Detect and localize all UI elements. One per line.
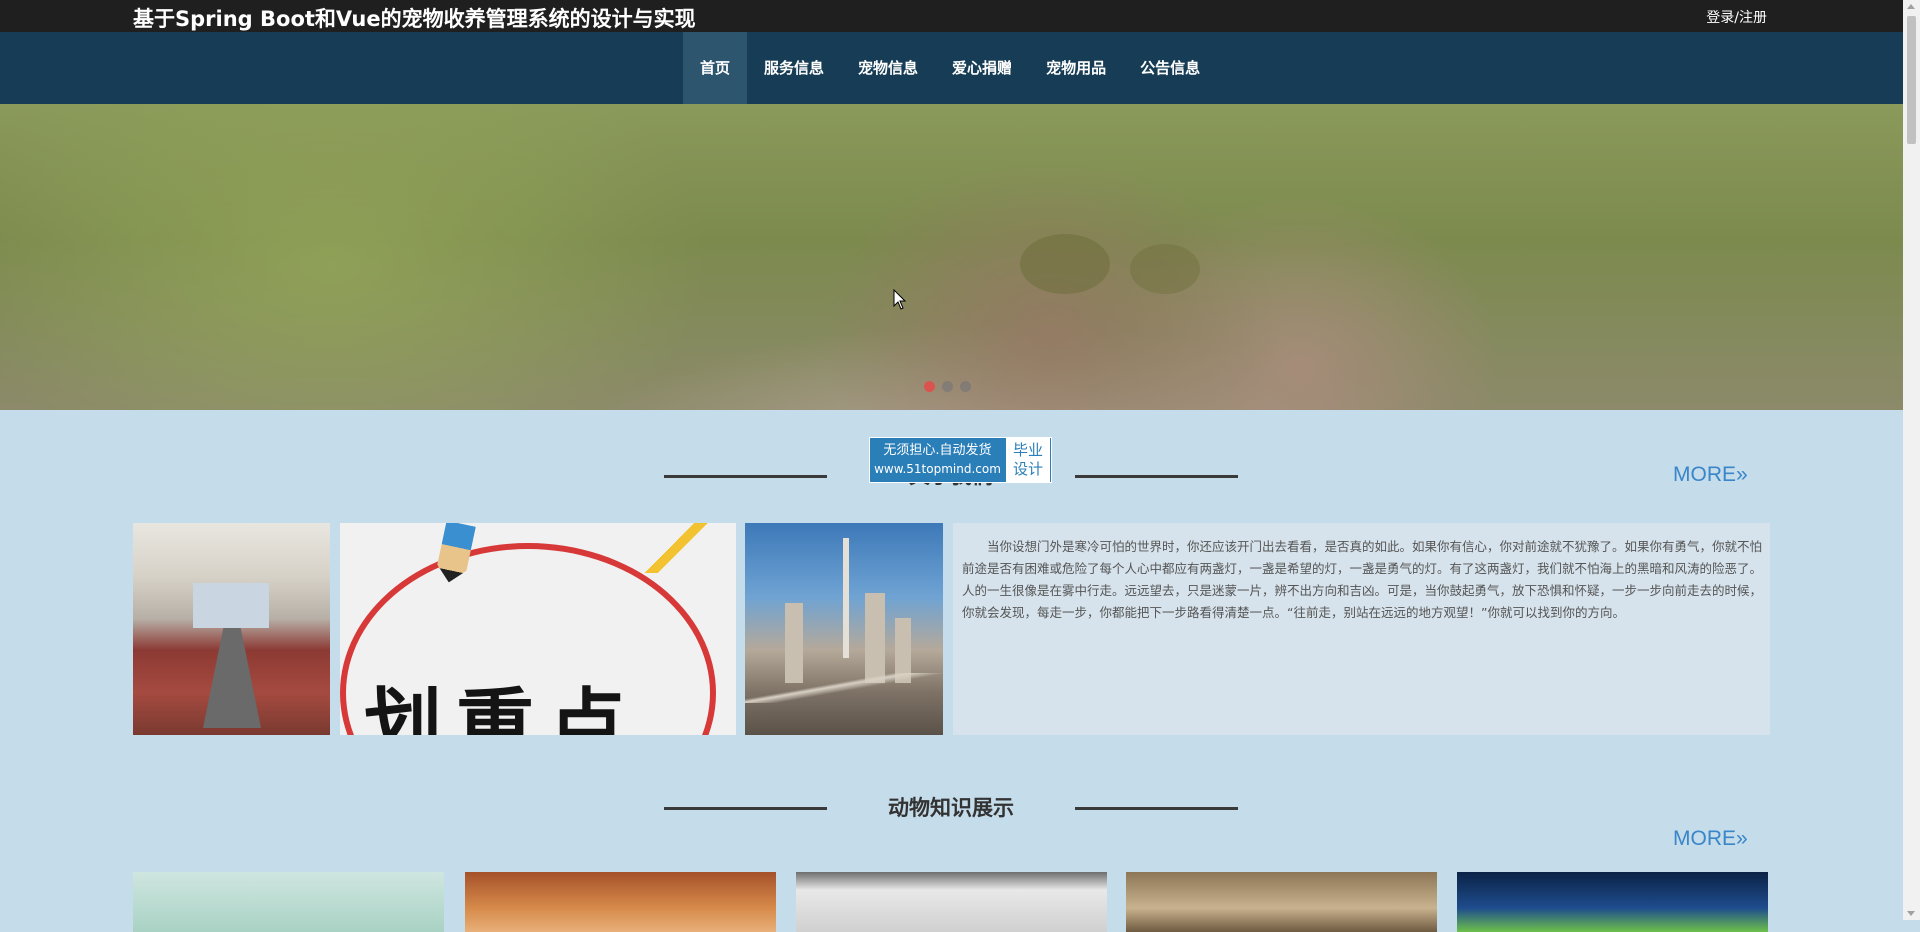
double-chevron-right-icon: »	[1736, 827, 1748, 850]
knowledge-more-link[interactable]: MORE»	[1673, 827, 1748, 851]
meeting-table-shape	[203, 628, 261, 728]
mouse-cursor-icon	[893, 289, 907, 310]
more-label: MORE	[1673, 827, 1736, 850]
banner-image-detail	[1020, 234, 1110, 294]
about-image-highlight: 划重点	[340, 523, 736, 735]
knowledge-card-image[interactable]	[133, 872, 444, 932]
carousel-indicators	[924, 381, 971, 392]
tower-shape	[843, 538, 849, 658]
nav-item-donation[interactable]: 爱心捐赠	[935, 32, 1029, 104]
meeting-screen-shape	[193, 583, 269, 628]
knowledge-card-image[interactable]	[1126, 872, 1437, 932]
watermark-url: www.51topmind.com	[874, 462, 1001, 476]
scroll-up-arrow-icon[interactable]	[1907, 4, 1915, 9]
site-title: 基于Spring Boot和Vue的宠物收养管理系统的设计与实现	[133, 7, 696, 31]
scroll-down-arrow-icon[interactable]	[1907, 911, 1915, 916]
watermark-badge-line2: 设计	[1012, 460, 1043, 478]
about-paragraph: 当你设想门外是寒冷可怕的世界时，你还应该开门出去看看，是否真的如此。如果你有信心…	[962, 539, 1763, 620]
watermark-text: 无须担心.自动发货 www.51topmind.com	[870, 438, 1005, 482]
watermark-ad: 无须担心.自动发货 www.51topmind.com 毕业 设计	[869, 437, 1052, 483]
scrollbar-thumb[interactable]	[1907, 16, 1916, 144]
nav-items: 首页 服务信息 宠物信息 爱心捐赠 宠物用品 公告信息	[683, 32, 1217, 104]
building-shape	[785, 603, 803, 683]
building-shape	[865, 593, 885, 683]
nav-item-services[interactable]: 服务信息	[747, 32, 841, 104]
watermark-badge-line1: 毕业	[1012, 441, 1043, 459]
nav-item-pets[interactable]: 宠物信息	[841, 32, 935, 104]
highway-shape	[745, 673, 943, 703]
watermark-badge: 毕业 设计	[1005, 438, 1050, 482]
nav-item-home[interactable]: 首页	[683, 32, 748, 104]
double-chevron-right-icon: »	[1736, 463, 1748, 486]
about-text-box: 当你设想门外是寒冷可怕的世界时，你还应该开门出去看看，是否真的如此。如果你有信心…	[953, 523, 1770, 735]
highlight-image-text: 划重点	[364, 681, 641, 735]
burst-lines-icon	[636, 523, 716, 573]
carousel-dot-1[interactable]	[924, 381, 935, 392]
knowledge-section-header: 动物知识展示	[664, 788, 1238, 828]
carousel-dot-3[interactable]	[960, 381, 971, 392]
watermark-line1: 无须担心.自动发货	[883, 443, 992, 458]
title-divider-right	[1075, 475, 1238, 478]
page-scrollbar[interactable]	[1903, 0, 1920, 920]
knowledge-card-image[interactable]	[796, 872, 1107, 932]
knowledge-card-image[interactable]	[465, 872, 776, 932]
main-nav: 首页 服务信息 宠物信息 爱心捐赠 宠物用品 公告信息	[0, 32, 1903, 104]
login-register-link[interactable]: 登录/注册	[1706, 7, 1767, 27]
title-divider-right	[1075, 807, 1238, 810]
nav-item-announcements[interactable]: 公告信息	[1123, 32, 1217, 104]
banner-image-detail	[1130, 244, 1200, 294]
about-image-city	[745, 523, 943, 735]
nav-item-supplies[interactable]: 宠物用品	[1029, 32, 1123, 104]
about-image-meeting-room	[133, 523, 330, 735]
banner-carousel[interactable]	[0, 104, 1903, 410]
more-label: MORE	[1673, 463, 1736, 486]
about-more-link[interactable]: MORE»	[1673, 463, 1748, 487]
top-bar: 基于Spring Boot和Vue的宠物收养管理系统的设计与实现 登录/注册	[0, 0, 1903, 32]
knowledge-card-image[interactable]	[1457, 872, 1768, 932]
carousel-dot-2[interactable]	[942, 381, 953, 392]
